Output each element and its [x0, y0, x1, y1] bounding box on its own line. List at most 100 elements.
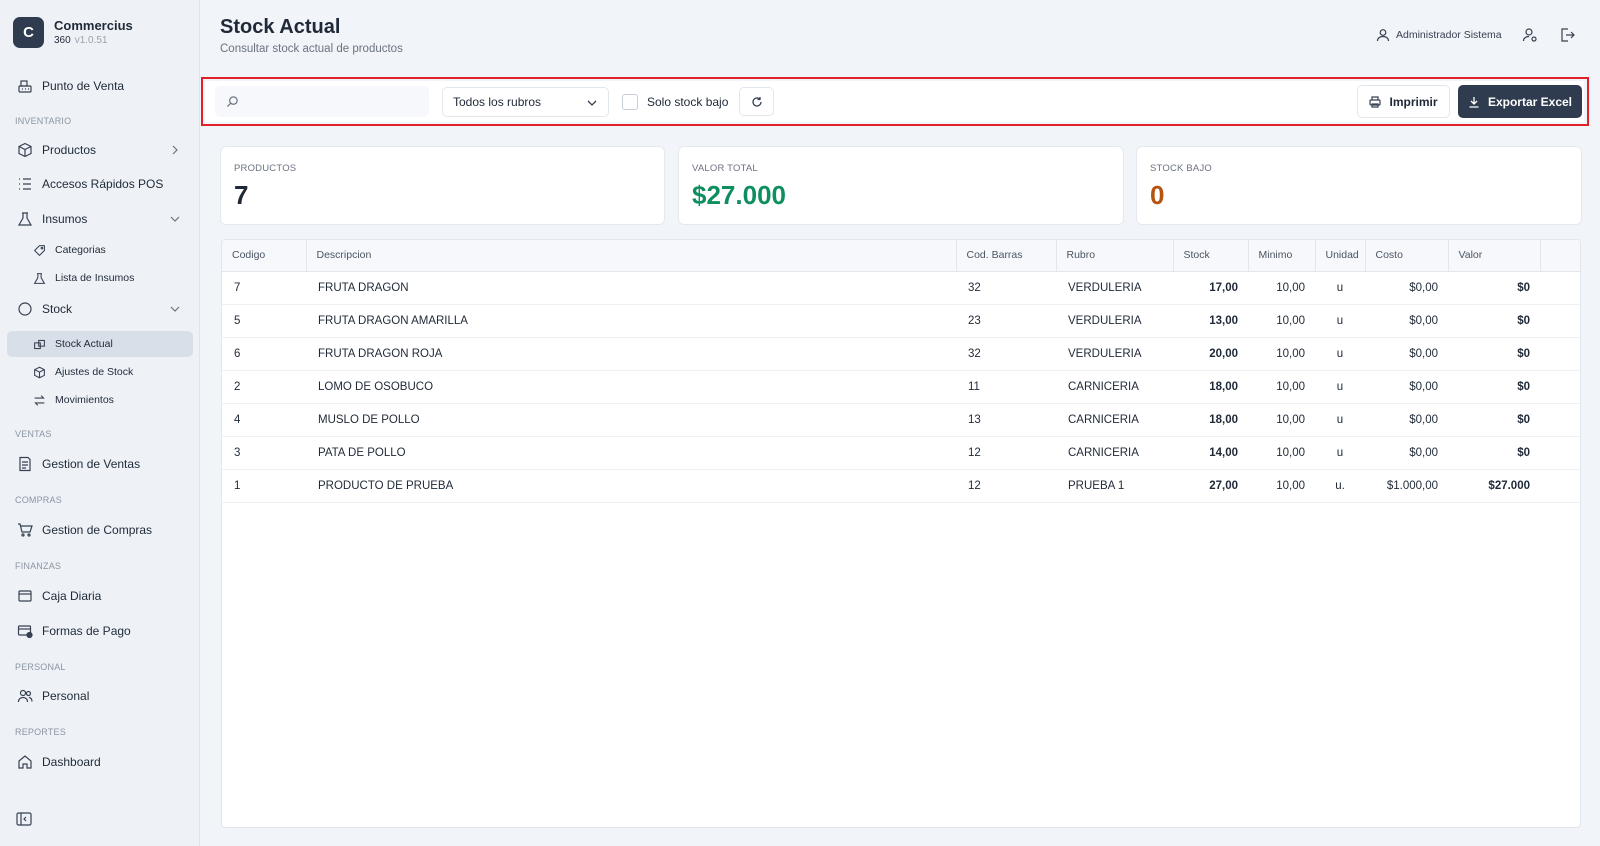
page-title: Stock Actual [220, 16, 341, 38]
sidebar-item-label: Ajustes de Stock [55, 366, 134, 378]
sidebar-item-caja-diaria[interactable]: Caja Diaria [7, 583, 193, 609]
column-header-minimo[interactable]: Minimo [1248, 240, 1316, 272]
cash-register-icon [18, 80, 32, 93]
cell-codigo: 6 [222, 337, 306, 371]
receipt-icon [19, 456, 31, 472]
cell-cod-barras: 12 [956, 436, 1056, 470]
sidebar-item-gestion-compras[interactable]: Gestion de Compras [7, 517, 193, 543]
cell-cod-barras: 13 [956, 403, 1056, 437]
cell-codigo: 2 [222, 370, 306, 404]
cell-valor: $27.000 [1448, 469, 1540, 503]
cell-stock: 27,00 [1173, 469, 1248, 503]
column-header-descripcion[interactable]: Descripcion [306, 240, 957, 272]
sidebar-item-label: Productos [42, 143, 97, 157]
sidebar-item-movimientos[interactable]: Movimientos [7, 387, 193, 413]
page-subtitle: Consultar stock actual de productos [220, 43, 403, 55]
table-row[interactable]: 2 LOMO DE OSOBUCO 11 CARNICERIA 18,00 10… [222, 370, 1580, 404]
sidebar-item-stock-actual[interactable]: Stock Actual [7, 331, 193, 357]
search-input[interactable] [215, 86, 429, 117]
sidebar-item-stock[interactable]: Stock [7, 296, 193, 322]
brand-logo: C [13, 17, 44, 48]
sidebar-collapse-icon[interactable] [16, 812, 32, 826]
table-row[interactable]: 4 MUSLO DE POLLO 13 CARNICERIA 18,00 10,… [222, 403, 1580, 437]
cell-valor: $0 [1448, 271, 1540, 305]
cash-box-icon [18, 590, 32, 602]
sidebar-item-personal[interactable]: Personal [7, 683, 193, 709]
users-icon [17, 689, 33, 703]
cell-stock: 17,00 [1173, 271, 1248, 305]
cell-minimo: 10,00 [1248, 337, 1315, 371]
brand[interactable]: C Commercius 360 v1.0.51 [13, 17, 133, 48]
column-header-unidad[interactable]: Unidad [1315, 240, 1366, 272]
cell-descripcion: MUSLO DE POLLO [306, 403, 956, 437]
table-row[interactable]: 6 FRUTA DRAGON ROJA 32 VERDULERIA 20,00 … [222, 337, 1580, 371]
sidebar: C Commercius 360 v1.0.51 Punto de Venta I… [0, 0, 200, 846]
sidebar-item-label: Punto de Venta [42, 79, 125, 93]
sidebar-item-gestion-ventas[interactable]: Gestion de Ventas [7, 451, 193, 477]
user-menu[interactable]: Administrador Sistema [1376, 28, 1502, 42]
cell-stock: 14,00 [1173, 436, 1248, 470]
cell-cod-barras: 32 [956, 271, 1056, 305]
export-excel-button[interactable]: Exportar Excel [1458, 85, 1582, 118]
table-row[interactable]: 1 PRODUCTO DE PRUEBA 12 PRUEBA 1 27,00 1… [222, 469, 1580, 503]
cell-codigo: 3 [222, 436, 306, 470]
section-label-ventas: VENTAS [15, 429, 52, 439]
sidebar-item-accesos-rapidos[interactable]: Accesos Rápidos POS [7, 171, 193, 197]
credit-card-icon [17, 625, 33, 639]
cell-minimo: 10,00 [1248, 436, 1315, 470]
chevron-down-icon [170, 306, 180, 312]
cell-minimo: 10,00 [1248, 469, 1315, 503]
export-label: Exportar Excel [1487, 94, 1573, 109]
cell-costo: $0,00 [1365, 403, 1448, 437]
column-header-codigo[interactable]: Codigo [222, 240, 307, 272]
cell-codigo: 5 [222, 304, 306, 338]
sidebar-item-punto-de-venta[interactable]: Punto de Venta [7, 73, 193, 99]
sidebar-item-insumos[interactable]: Insumos [7, 206, 193, 232]
refresh-button[interactable] [739, 87, 774, 116]
cell-cod-barras: 32 [956, 337, 1056, 371]
sidebar-item-label: Gestion de Compras [42, 523, 153, 537]
table-row[interactable]: 7 FRUTA DRAGON 32 VERDULERIA 17,00 10,00… [222, 271, 1580, 305]
sidebar-item-formas-pago[interactable]: Formas de Pago [7, 618, 193, 644]
column-header-cod-barras[interactable]: Cod. Barras [956, 240, 1057, 272]
low-stock-checkbox[interactable] [622, 94, 638, 110]
sidebar-item-label: Movimientos [55, 394, 114, 406]
cell-descripcion: PRODUCTO DE PRUEBA [306, 469, 956, 503]
tag-icon [33, 244, 45, 256]
sidebar-item-ajustes-stock[interactable]: Ajustes de Stock [7, 359, 193, 385]
column-header-valor[interactable]: Valor [1448, 240, 1541, 272]
stat-card-valor-total: VALOR TOTAL $27.000 [678, 146, 1124, 225]
brand-edition: 360 [54, 35, 71, 46]
sidebar-item-label: Categorias [55, 244, 106, 256]
print-button[interactable]: Imprimir [1357, 85, 1450, 118]
chevron-right-icon [172, 145, 178, 155]
rubro-select[interactable]: Todos los rubros [442, 87, 609, 117]
section-label-reportes: REPORTES [15, 727, 66, 737]
column-header-rubro[interactable]: Rubro [1056, 240, 1174, 272]
cell-unidad: u [1315, 337, 1365, 371]
sidebar-item-dashboard[interactable]: Dashboard [7, 749, 193, 775]
sidebar-item-label: Stock Actual [55, 338, 113, 350]
cell-cod-barras: 11 [956, 370, 1056, 404]
column-header-costo[interactable]: Costo [1365, 240, 1449, 272]
table-row[interactable]: 5 FRUTA DRAGON AMARILLA 23 VERDULERIA 13… [222, 304, 1580, 338]
logout-icon[interactable] [1559, 27, 1575, 43]
sidebar-item-productos[interactable]: Productos [7, 137, 193, 163]
column-header-stock[interactable]: Stock [1173, 240, 1249, 272]
user-settings-icon[interactable] [1522, 27, 1538, 43]
sidebar-item-lista-insumos[interactable]: Lista de Insumos [7, 265, 193, 291]
sidebar-item-categorias[interactable]: Categorias [7, 237, 193, 263]
cell-codigo: 7 [222, 271, 306, 305]
list-icon [19, 178, 31, 190]
stat-value: 7 [234, 180, 249, 210]
cell-descripcion: FRUTA DRAGON AMARILLA [306, 304, 956, 338]
sidebar-item-label: Lista de Insumos [55, 272, 135, 284]
section-label-inventario: INVENTARIO [15, 116, 72, 126]
chevron-down-icon [587, 100, 597, 106]
table-row[interactable]: 3 PATA DE POLLO 12 CARNICERIA 14,00 10,0… [222, 436, 1580, 470]
low-stock-label[interactable]: Solo stock bajo [647, 95, 728, 109]
cell-costo: $1.000,00 [1365, 469, 1448, 503]
cell-descripcion: PATA DE POLLO [306, 436, 956, 470]
user-name: Administrador Sistema [1396, 29, 1502, 41]
cell-costo: $0,00 [1365, 271, 1448, 305]
